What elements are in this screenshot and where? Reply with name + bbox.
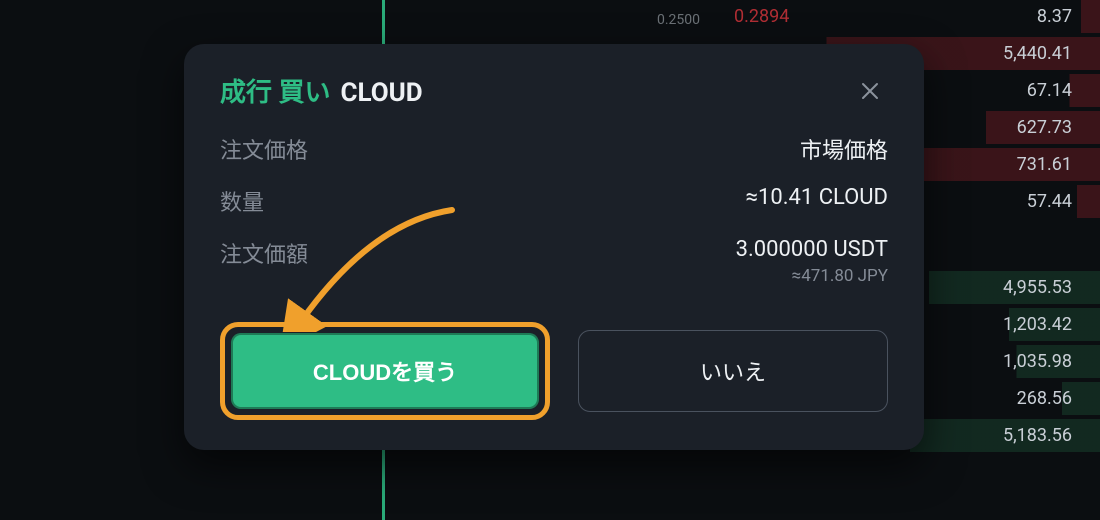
bid-amount: 268.56 [1017, 388, 1072, 409]
title-action: 成行 買い [220, 72, 330, 109]
orderbook-ask-row[interactable]: 0.2894 8.37 [720, 0, 1100, 33]
bid-amount: 1,035.98 [1003, 351, 1072, 372]
bid-amount: 4,955.53 [1003, 277, 1072, 298]
buy-button-highlight: CLOUDを買う [220, 322, 550, 420]
buy-button[interactable]: CLOUDを買う [231, 333, 539, 409]
order-price-value: 市場価格 [800, 133, 888, 165]
row-quantity: 数量 ≈10.41 CLOUD [220, 185, 888, 217]
order-confirm-dialog: 成行 買い CLOUD 注文価格 市場価格 数量 ≈10.41 CLOUD 注文… [184, 44, 924, 450]
title-symbol: CLOUD [340, 78, 422, 108]
row-amount: 注文価額 3.000000 USDT ≈471.80 JPY [220, 237, 888, 286]
bid-amount: 1,203.42 [1003, 314, 1072, 335]
ask-amount: 67.14 [1027, 80, 1072, 101]
ask-amount: 627.73 [1017, 117, 1072, 138]
dialog-title: 成行 買い CLOUD [220, 72, 423, 109]
amount-label: 注文価額 [220, 237, 308, 269]
quantity-label: 数量 [220, 185, 264, 217]
ask-amount: 731.61 [1017, 154, 1072, 175]
order-info: 注文価格 市場価格 数量 ≈10.41 CLOUD 注文価額 3.000000 … [220, 133, 888, 286]
ask-amount: 8.37 [1037, 6, 1072, 27]
order-price-label: 注文価格 [220, 133, 308, 165]
ask-price: 0.2894 [734, 6, 789, 27]
bid-amount: 5,183.56 [1003, 425, 1072, 446]
amount-subvalue: ≈471.80 JPY [736, 266, 888, 286]
close-button[interactable] [852, 73, 888, 109]
ask-amount: 57.44 [1027, 191, 1072, 212]
close-icon [858, 79, 882, 103]
chart-tick-label: 0.2500 [657, 12, 700, 28]
row-order-price: 注文価格 市場価格 [220, 133, 888, 165]
dialog-header: 成行 買い CLOUD [220, 72, 888, 109]
cancel-button[interactable]: いいえ [578, 330, 888, 412]
dialog-actions: CLOUDを買う いいえ [220, 322, 888, 420]
ask-amount: 5,440.41 [1003, 43, 1072, 64]
quantity-value: ≈10.41 CLOUD [746, 185, 888, 210]
amount-value: 3.000000 USDT [736, 237, 888, 262]
